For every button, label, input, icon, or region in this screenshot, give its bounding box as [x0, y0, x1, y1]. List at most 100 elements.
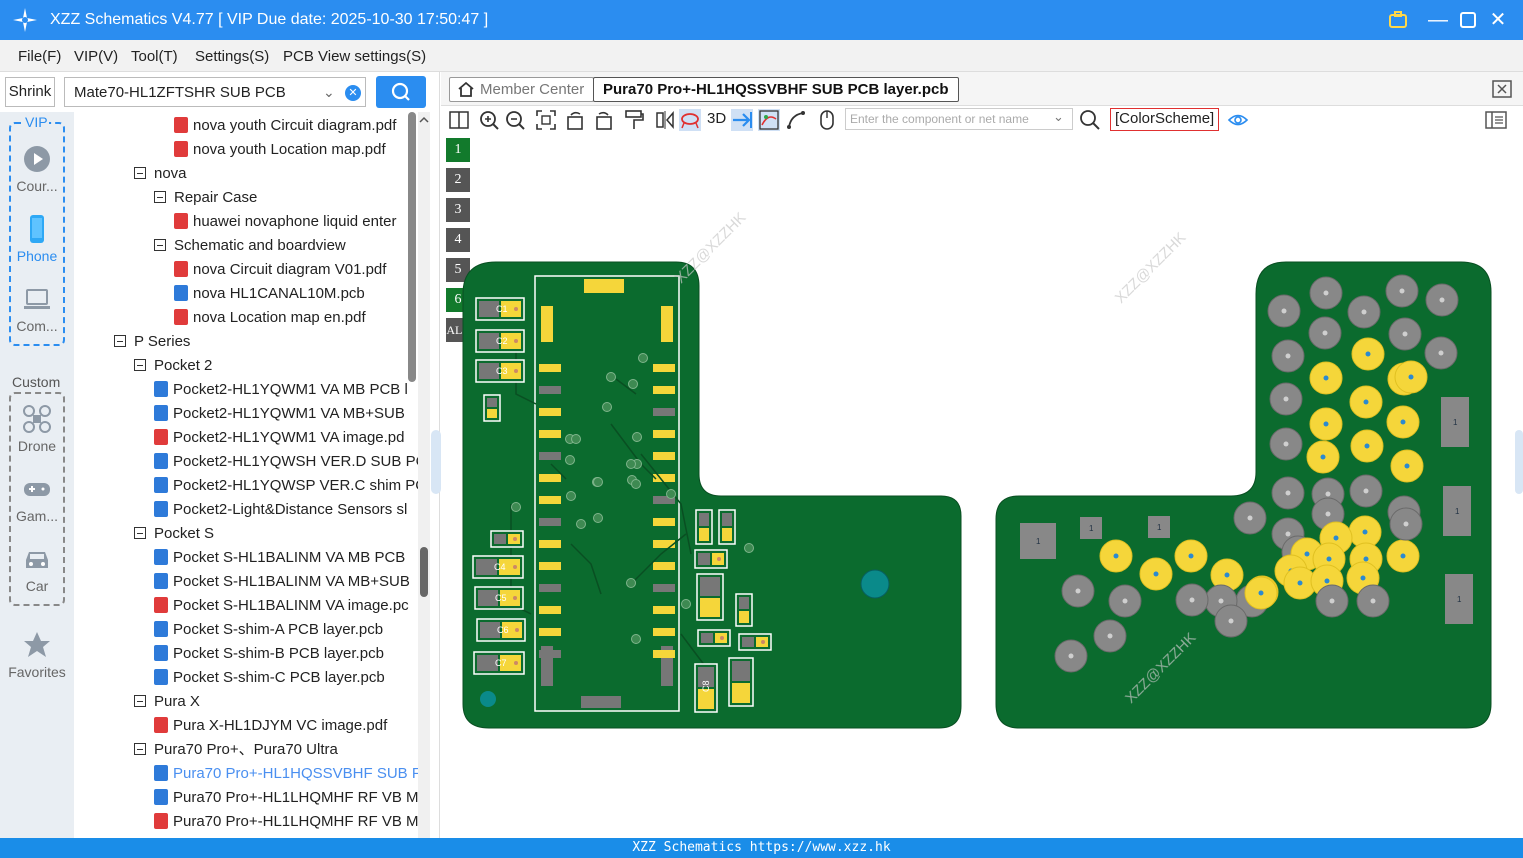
chevron-down-icon[interactable]: ⌄: [323, 84, 335, 101]
mouse-icon[interactable]: [816, 109, 838, 131]
tree-scrollbar-thumb-secondary[interactable]: [420, 547, 428, 597]
window-title: XZZ Schematics V4.77 [ VIP Due date: 202…: [50, 11, 489, 28]
tab-active-pcb[interactable]: Pura70 Pro+-HL1HQSSVBHF SUB PCB layer.pc…: [593, 77, 959, 102]
color-scheme-button[interactable]: [ColorScheme]: [1110, 108, 1220, 131]
tree-file[interactable]: nova HL1CANAL10M.pcb: [174, 282, 365, 306]
net-highlight-icon[interactable]: [679, 109, 701, 131]
close-tab-panel-icon[interactable]: [1492, 80, 1512, 98]
collapse-toggle-icon[interactable]: [134, 695, 146, 707]
tree-folder[interactable]: Pocket 2: [134, 354, 212, 378]
tree-file[interactable]: Pura70 Pro+-HL1LHQMHF RF VB M: [154, 786, 418, 810]
category-drone[interactable]: Drone: [0, 404, 74, 454]
tree-file[interactable]: Pocket2-HL1YQWM1 VA MB PCB l: [154, 378, 408, 402]
category-game[interactable]: Gam...: [0, 474, 74, 524]
category-phone[interactable]: Phone: [0, 214, 74, 264]
tree-scrollbar-thumb[interactable]: [408, 112, 416, 382]
scroll-up-icon[interactable]: [419, 115, 429, 125]
tree-file[interactable]: nova Circuit diagram V01.pdf: [174, 258, 386, 282]
collapse-toggle-icon[interactable]: [154, 191, 166, 203]
pad-pin-label: 1: [1036, 537, 1041, 546]
tree-folder[interactable]: Pura70 Pro+、Pura70 Ultra: [134, 738, 338, 762]
tree-file[interactable]: Pocket S-HL1BALINM VA MB PCB: [154, 546, 405, 570]
collapse-toggle-icon[interactable]: [154, 239, 166, 251]
category-car[interactable]: Car: [0, 544, 74, 594]
tree-file[interactable]: Pocket S-HL1BALINM VA MB+SUB: [154, 570, 410, 594]
tree-file[interactable]: Pocket2-Light&Distance Sensors sl: [154, 498, 407, 522]
route-icon[interactable]: [785, 109, 807, 131]
split-view-icon[interactable]: [448, 109, 470, 131]
tree-item-label: Pocket2-HL1YQWSH VER.D SUB PC: [173, 453, 418, 470]
fit-view-icon[interactable]: [535, 109, 557, 131]
rotate-right-icon[interactable]: [592, 109, 614, 131]
collapse-toggle-icon[interactable]: [134, 743, 146, 755]
pcb-board-view[interactable]: C1 C2 C3 C4 C5 C6 C7 C8 1 1 1 1 1 1 XZZ@XZZHK XZZ@XZZ…: [441, 134, 1523, 838]
menu-tool[interactable]: Tool(T): [131, 48, 178, 65]
side-panel-toggle-icon[interactable]: [1485, 109, 1507, 131]
rotate-left-icon[interactable]: [565, 109, 587, 131]
tree-file[interactable]: huawei novaphone liquid enter: [174, 210, 397, 234]
trace-display-icon[interactable]: [758, 109, 780, 131]
clear-icon[interactable]: ✕: [345, 85, 361, 101]
tree-file[interactable]: Pocket2-HL1YQWM1 VA image.pd: [154, 426, 405, 450]
close-button[interactable]: ✕: [1487, 8, 1509, 32]
zoom-in-icon[interactable]: [478, 109, 500, 131]
tree-file[interactable]: Pocket2-HL1YQWSH VER.D SUB PC: [154, 450, 418, 474]
flip-arrow-icon[interactable]: [731, 109, 753, 131]
tree-file[interactable]: nova Location map en.pdf: [174, 306, 366, 330]
capacitor-label: C8: [701, 680, 711, 692]
search-button[interactable]: [376, 76, 426, 108]
collapse-toggle-icon[interactable]: [134, 527, 146, 539]
bga-ball-center: [1365, 351, 1371, 357]
pcb-select-dropdown[interactable]: Mate70-HL1ZFTSHR SUB PCB ⌄ ✕: [64, 77, 366, 107]
tree-scrollbar-track[interactable]: [418, 112, 430, 838]
category-computer[interactable]: Com...: [0, 284, 74, 334]
tree-file[interactable]: Pocket S-shim-C PCB layer.pcb: [154, 666, 385, 690]
zoom-out-icon[interactable]: [504, 109, 526, 131]
paint-roller-icon[interactable]: [623, 109, 645, 131]
menu-settings[interactable]: Settings(S): [195, 48, 269, 65]
tree-folder[interactable]: Pocket S: [134, 522, 214, 546]
tree-folder[interactable]: Schematic and boardview: [154, 234, 346, 258]
3d-view-button[interactable]: 3D: [707, 110, 726, 127]
tab-member-center[interactable]: Member Center: [449, 77, 595, 102]
tree-file[interactable]: Pocket S-HL1BALINM VA image.pc: [154, 594, 409, 618]
tree-file[interactable]: nova youth Location map.pdf: [174, 138, 386, 162]
tree-file[interactable]: Pocket S-shim-A PCB layer.pcb: [154, 618, 383, 642]
tree-file[interactable]: Pura X-HL1DJYM VC image.pdf: [154, 714, 387, 738]
tree-folder[interactable]: Repair Case: [154, 186, 257, 210]
favorites-item[interactable]: Favorites: [0, 630, 74, 680]
mirror-icon[interactable]: [654, 109, 676, 131]
search-dropdown-chevron-icon[interactable]: ⌄: [1053, 109, 1064, 125]
bga-ball-center: [1360, 575, 1366, 581]
tree-file[interactable]: Pocket S-shim-B PCB layer.pcb: [154, 642, 384, 666]
category-courses[interactable]: Cour...: [0, 144, 74, 194]
right-panel-handle[interactable]: [1515, 430, 1523, 494]
collapse-toggle-icon[interactable]: [134, 359, 146, 371]
pcb-canvas[interactable]: 1 2 3 4 5 6 ALL C1 C2 C3 C4 C5 C6 C7 C8 111111 XZZ@XZ…: [441, 134, 1523, 838]
menu-pcb-view-settings[interactable]: PCB View settings(S): [283, 48, 426, 65]
panel-collapse-handle[interactable]: [431, 430, 441, 494]
menu-file[interactable]: File(F): [18, 48, 61, 65]
search-icon[interactable]: [1079, 109, 1101, 131]
tree-file[interactable]: Pocket2-HL1YQWM1 VA MB+SUB: [154, 402, 405, 426]
tree-file[interactable]: Pura70 Pro+-HL1HQSSVBHF SUB F: [154, 762, 418, 786]
bga-ball-center: [1402, 331, 1408, 337]
bga-ball-center: [1438, 350, 1444, 356]
tree-file[interactable]: Pura70 Pro+-HL1LHQMHF RF VB M: [154, 810, 418, 834]
collapse-toggle-icon[interactable]: [134, 167, 146, 179]
tree-file[interactable]: Pocket2-HL1YQWSP VER.C shim PC: [154, 474, 418, 498]
vip-briefcase-icon[interactable]: [1388, 11, 1408, 29]
eye-icon[interactable]: [1227, 109, 1249, 131]
tree-folder[interactable]: Pura X: [134, 690, 200, 714]
shrink-button[interactable]: Shrink: [5, 77, 55, 107]
maximize-button[interactable]: [1457, 8, 1479, 32]
capacitor-pad: [699, 528, 709, 541]
tree-folder[interactable]: P Series: [114, 330, 190, 354]
minimize-button[interactable]: —: [1427, 8, 1449, 32]
menu-vip[interactable]: VIP(V): [74, 48, 118, 65]
collapse-toggle-icon[interactable]: [114, 335, 126, 347]
component-search-input[interactable]: Enter the component or net name: [845, 108, 1073, 130]
capacitor-label: C4: [494, 562, 506, 572]
tree-file[interactable]: nova youth Circuit diagram.pdf: [174, 114, 396, 138]
tree-folder[interactable]: nova: [134, 162, 187, 186]
